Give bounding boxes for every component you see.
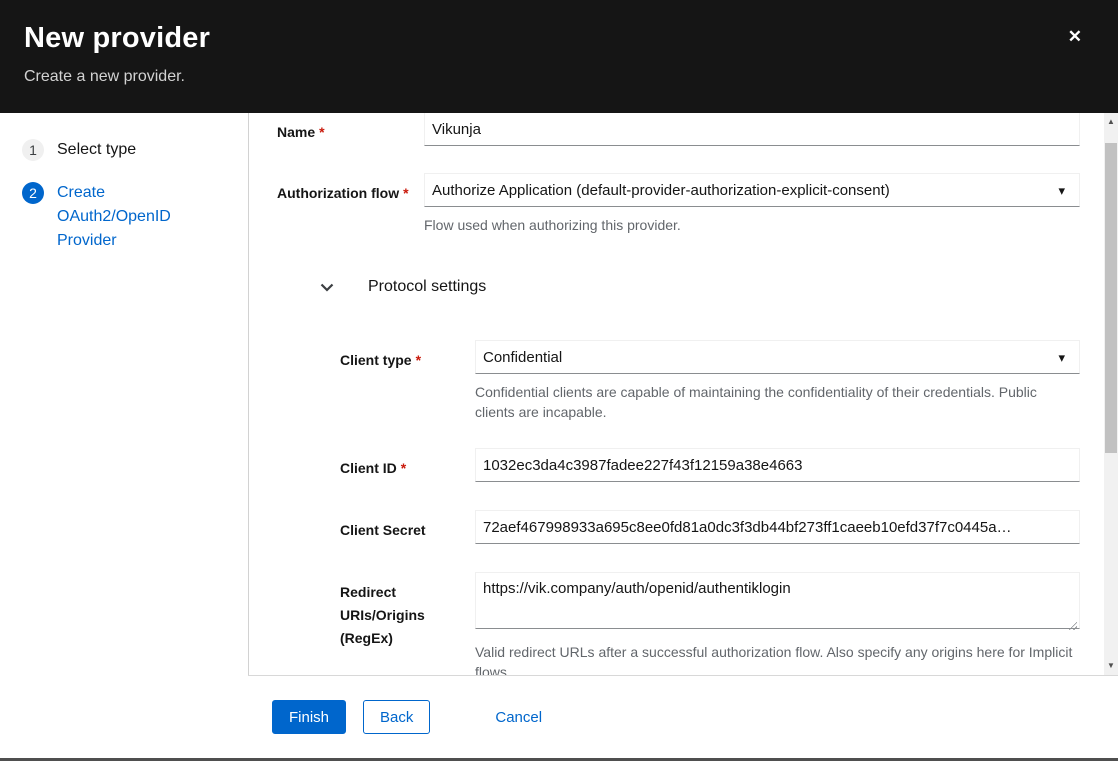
- protocol-settings-title: Protocol settings: [368, 278, 486, 296]
- client-type-value: Confidential: [483, 349, 562, 366]
- client-type-label: Client type*: [340, 340, 475, 372]
- wizard-nav: 1 Select type 2 Create OAuth2/OpenID Pro…: [0, 113, 248, 758]
- chevron-down-icon: [320, 283, 334, 292]
- authorization-flow-help: Flow used when authorizing this provider…: [424, 215, 1080, 235]
- client-type-select[interactable]: Confidential ▾: [475, 340, 1080, 374]
- client-id-row: Client ID*: [277, 448, 1080, 482]
- modal-title: New provider: [24, 22, 1094, 55]
- vertical-scrollbar[interactable]: ▲ ▼: [1104, 113, 1118, 675]
- wizard-footer: Finish Back Cancel: [248, 675, 1118, 758]
- authorization-flow-select[interactable]: Authorize Application (default-provider-…: [424, 173, 1080, 207]
- close-button[interactable]: ✕: [1064, 24, 1086, 49]
- cancel-button[interactable]: Cancel: [479, 700, 558, 734]
- required-indicator: *: [403, 185, 408, 201]
- name-field-row: Name*: [277, 113, 1080, 146]
- provider-form: Name* Authorization flow* Authorize Appl…: [249, 113, 1104, 675]
- client-secret-row: Client Secret: [277, 510, 1080, 544]
- redirect-uris-help: Valid redirect URLs after a successful a…: [475, 642, 1080, 675]
- required-indicator: *: [319, 124, 324, 140]
- close-icon: ✕: [1068, 27, 1082, 46]
- redirect-uris-label: Redirect URIs/Origins (RegEx): [340, 572, 475, 650]
- wizard-main: Name* Authorization flow* Authorize Appl…: [248, 113, 1118, 758]
- modal-body: 1 Select type 2 Create OAuth2/OpenID Pro…: [0, 113, 1118, 758]
- wizard-step-label: Create OAuth2/OpenID Provider: [57, 181, 194, 253]
- redirect-uris-row: Redirect URIs/Origins (RegEx) https://vi…: [277, 572, 1080, 675]
- modal-header: New provider Create a new provider. ✕: [0, 0, 1118, 113]
- caret-down-icon: ▾: [1058, 351, 1065, 364]
- scroll-down-icon[interactable]: ▼: [1104, 660, 1118, 672]
- modal-subtitle: Create a new provider.: [24, 68, 1094, 86]
- caret-down-icon: ▾: [1058, 184, 1065, 197]
- back-button[interactable]: Back: [363, 700, 430, 734]
- form-scroll-area: Name* Authorization flow* Authorize Appl…: [248, 113, 1118, 675]
- wizard-step-create-oauth2-provider[interactable]: 2 Create OAuth2/OpenID Provider: [22, 181, 194, 253]
- client-type-row: Client type* Confidential ▾ Confidential…: [277, 340, 1080, 422]
- client-secret-label: Client Secret: [340, 510, 475, 542]
- required-indicator: *: [416, 352, 421, 368]
- client-secret-input[interactable]: [475, 510, 1080, 544]
- protocol-settings-toggle[interactable]: Protocol settings: [277, 278, 1080, 296]
- required-indicator: *: [401, 460, 406, 476]
- client-id-label: Client ID*: [340, 448, 475, 480]
- client-type-help: Confidential clients are capable of main…: [475, 382, 1080, 422]
- authorization-flow-label: Authorization flow*: [277, 173, 424, 205]
- authorization-flow-row: Authorization flow* Authorize Applicatio…: [277, 173, 1080, 235]
- name-input[interactable]: [424, 113, 1080, 146]
- redirect-uris-textarea[interactable]: https://vik.company/auth/openid/authenti…: [475, 572, 1080, 629]
- scroll-up-icon[interactable]: ▲: [1104, 116, 1118, 128]
- wizard-step-label: Select type: [57, 138, 136, 162]
- wizard-step-select-type[interactable]: 1 Select type: [22, 138, 194, 162]
- scrollbar-thumb[interactable]: [1105, 143, 1117, 453]
- finish-button[interactable]: Finish: [272, 700, 346, 734]
- name-label: Name*: [277, 113, 424, 144]
- new-provider-modal: New provider Create a new provider. ✕ 1 …: [0, 0, 1118, 761]
- authorization-flow-value: Authorize Application (default-provider-…: [432, 182, 890, 199]
- client-id-input[interactable]: [475, 448, 1080, 482]
- step-number-badge: 1: [22, 139, 44, 161]
- step-number-badge: 2: [22, 182, 44, 204]
